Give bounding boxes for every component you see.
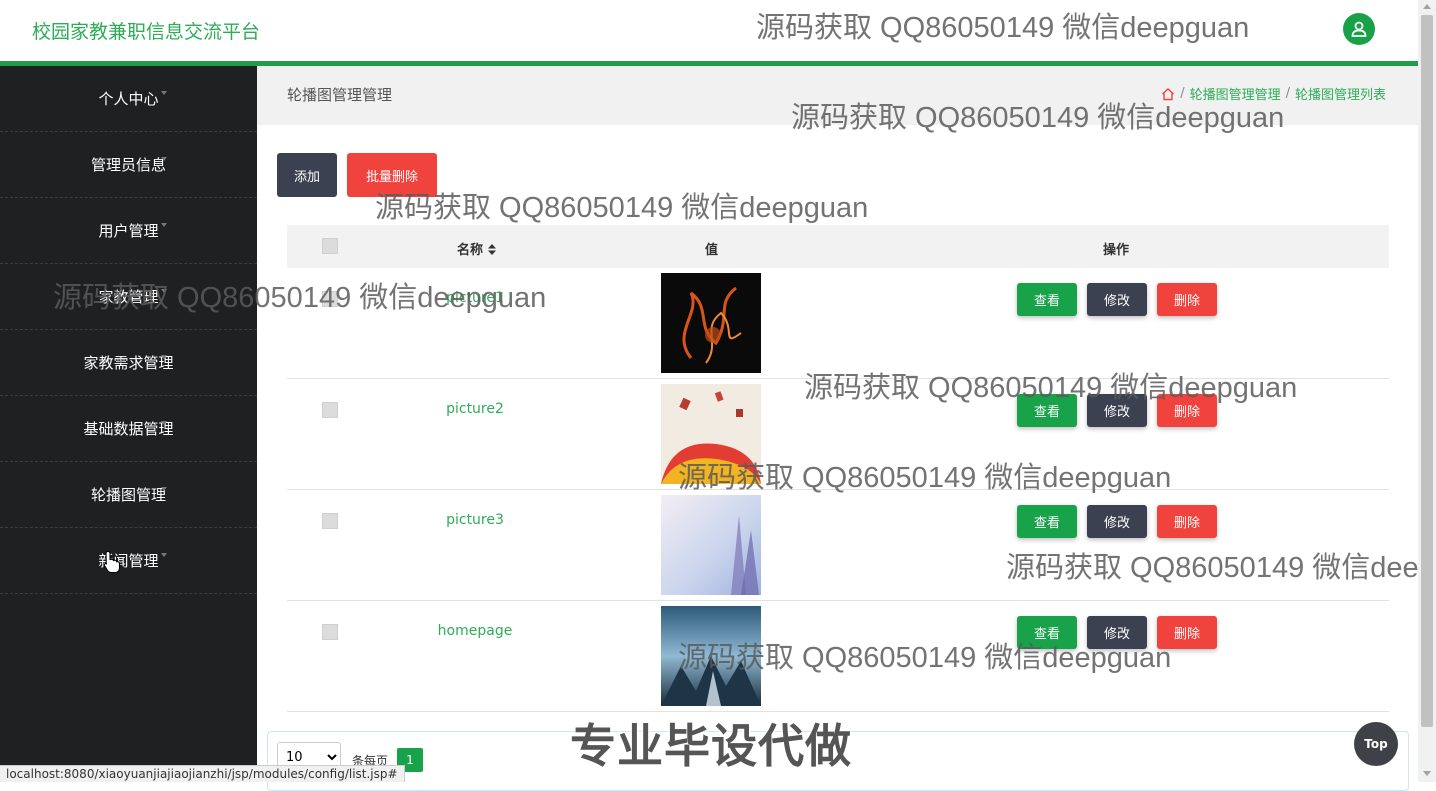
scroll-down-arrow-icon[interactable] [1423,771,1431,776]
view-button[interactable]: 查看 [1017,616,1077,649]
pagination-bar: 10 条每页 1 [267,731,1409,791]
carousel-image-thumbnail[interactable] [661,606,761,706]
user-icon [1351,21,1367,37]
select-all-checkbox[interactable] [322,238,338,254]
home-icon[interactable] [1161,87,1175,101]
column-header-name[interactable]: 名称 [457,239,496,258]
row-name: picture2 [446,401,504,417]
delete-button[interactable]: 删除 [1157,394,1217,427]
batch-delete-button[interactable]: 批量删除 [347,153,437,197]
sidebar-nav: 个人中心 管理员信息 用户管理 家教管理 家教需求管理 基础数据管理 轮播图管理… [0,66,257,782]
breadcrumb-separator: / [1285,86,1290,101]
add-button[interactable]: 添加 [277,153,337,197]
sidebar-item-personal-center[interactable]: 个人中心 [0,66,257,132]
column-header-label: 名称 [457,243,484,258]
row-name: homepage [437,623,513,639]
status-bar-url: localhost:8080/xiaoyuanjiajiaojianzhi/js… [0,765,405,782]
column-header-value: 值 [705,243,719,258]
sidebar-item-admin-info[interactable]: 管理员信息 [0,132,257,198]
caret-down-icon [161,487,167,491]
sidebar-item-basic-data[interactable]: 基础数据管理 [0,396,257,462]
top-header: 校园家教兼职信息交流平台 [0,0,1418,62]
breadcrumb-level1-link[interactable]: 轮播图管理管理 [1190,84,1281,103]
caret-down-icon [161,421,167,425]
sidebar-item-tutor-management[interactable]: 家教管理 [0,264,257,330]
caret-down-icon [161,289,167,293]
edit-button[interactable]: 修改 [1087,616,1147,649]
page-scrollbar[interactable] [1418,0,1436,782]
caret-down-icon [161,157,167,161]
delete-button[interactable]: 删除 [1157,283,1217,316]
breadcrumb-separator: / [1180,86,1185,101]
table-row: picture3 查看 修改 删除 [287,490,1389,601]
site-title: 校园家教兼职信息交流平台 [32,21,261,43]
row-actions: 查看 修改 删除 [1017,394,1217,427]
scrollbar-thumb[interactable] [1421,15,1433,727]
table-header: 名称 值 操作 [287,225,1389,268]
carousel-table: 名称 值 操作 picture1 查看 修改 删除 picture2 查看 修改… [287,225,1389,712]
sidebar-item-user-management[interactable]: 用户管理 [0,198,257,264]
edit-button[interactable]: 修改 [1087,394,1147,427]
sidebar-item-carousel[interactable]: 轮播图管理 [0,462,257,528]
row-checkbox[interactable] [322,513,338,529]
view-button[interactable]: 查看 [1017,394,1077,427]
sidebar-item-label: 家教管理 [98,288,159,306]
carousel-image-thumbnail[interactable] [661,384,761,484]
row-actions: 查看 修改 删除 [1017,283,1217,316]
row-checkbox[interactable] [322,624,338,640]
view-button[interactable]: 查看 [1017,505,1077,538]
sidebar-item-label: 家教需求管理 [83,354,174,372]
delete-button[interactable]: 删除 [1157,505,1217,538]
row-actions: 查看 修改 删除 [1017,505,1217,538]
back-to-top-button[interactable]: Top [1354,722,1398,766]
sidebar-item-label: 个人中心 [98,90,159,108]
caret-down-icon [161,91,167,95]
sidebar-item-news[interactable]: 新闻管理 [0,528,257,594]
row-actions: 查看 修改 删除 [1017,616,1217,649]
sidebar-item-tutor-demand[interactable]: 家教需求管理 [0,330,257,396]
breadcrumb: / 轮播图管理管理 / 轮播图管理列表 [1161,84,1386,103]
caret-down-icon [161,223,167,227]
sidebar-item-label: 轮播图管理 [90,486,166,504]
breadcrumb-current: 轮播图管理列表 [1294,88,1386,103]
carousel-image-thumbnail[interactable] [661,273,761,373]
scroll-up-arrow-icon[interactable] [1423,4,1431,9]
user-avatar-button[interactable] [1343,13,1375,45]
table-row: picture2 查看 修改 删除 [287,379,1389,490]
sidebar-item-label: 基础数据管理 [83,420,174,438]
sidebar-item-label: 用户管理 [98,222,159,240]
carousel-image-thumbnail[interactable] [661,495,761,595]
sidebar-item-label: 管理员信息 [90,156,166,174]
sort-icon[interactable] [487,244,496,255]
caret-down-icon [161,553,167,557]
table-row: homepage 查看 修改 删除 [287,601,1389,712]
view-button[interactable]: 查看 [1017,283,1077,316]
column-header-ops: 操作 [1103,243,1130,258]
edit-button[interactable]: 修改 [1087,283,1147,316]
delete-button[interactable]: 删除 [1157,616,1217,649]
caret-down-icon [161,355,167,359]
table-row: picture1 查看 修改 删除 [287,268,1389,379]
row-name: picture3 [446,512,504,528]
row-checkbox[interactable] [322,291,338,307]
hand-cursor-icon [103,550,121,574]
page-header-bar: 轮播图管理管理 / 轮播图管理管理 / 轮播图管理列表 [257,66,1418,125]
main-content: 轮播图管理管理 / 轮播图管理管理 / 轮播图管理列表 添加 批量删除 名称 值… [257,66,1418,791]
page-title: 轮播图管理管理 [287,86,393,104]
row-name: picture1 [446,290,504,306]
row-checkbox[interactable] [322,402,338,418]
edit-button[interactable]: 修改 [1087,505,1147,538]
